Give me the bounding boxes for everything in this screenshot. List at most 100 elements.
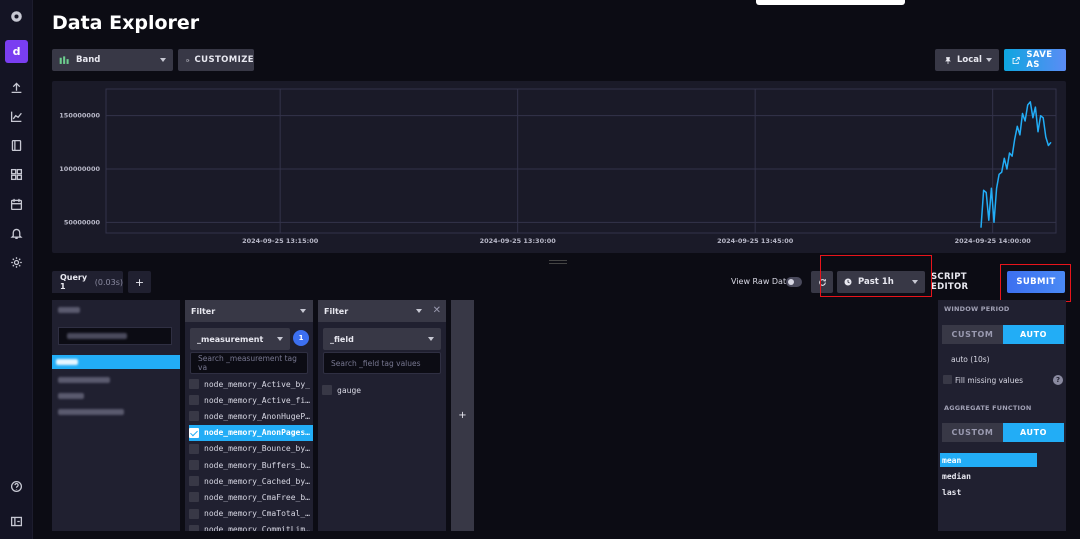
aggregate-function-toggle: CUSTOM AUTO (942, 423, 1064, 442)
gear-icon (186, 58, 190, 62)
measurement-search-input[interactable]: Search _measurement tag va (190, 352, 308, 374)
tag-list-item[interactable]: node_memory_AnonHugeP… (189, 408, 313, 424)
y-tick-label: 50000000 (64, 218, 101, 226)
tag-list-item-label: node_memory_Active_fi… (204, 395, 310, 405)
logo-icon[interactable] (0, 5, 33, 27)
window-custom-option[interactable]: CUSTOM (942, 325, 1003, 344)
upload-icon[interactable] (0, 76, 33, 98)
tag-list-item[interactable]: node_memory_Active_fi… (189, 392, 313, 408)
filter-header-label: Filter (324, 306, 349, 316)
query-tab-timing: (0.03s) (94, 277, 123, 287)
help-icon[interactable]: ? (1053, 375, 1063, 385)
chevron-down-icon (277, 337, 283, 341)
highlight-box-time-range (820, 255, 932, 297)
tag-list-item[interactable]: node_memory_Active_by_ (189, 376, 313, 392)
fill-missing-checkbox[interactable] (943, 375, 952, 384)
selected-count-badge: 1 (293, 330, 309, 346)
page-title: Data Explorer (52, 12, 200, 34)
aggregate-function-item[interactable]: mean (940, 453, 1037, 467)
query-tab[interactable]: Query 1 (0.03s) (52, 271, 123, 293)
timezone-dropdown[interactable]: Local (935, 49, 999, 71)
bucket-item[interactable] (58, 409, 124, 415)
checkbox-icon (189, 524, 199, 531)
series-line[interactable] (980, 101, 1052, 228)
tag-list-item-label: node_memory_CmaFree_b… (204, 492, 310, 502)
aggregate-auto-option[interactable]: AUTO (1003, 423, 1064, 442)
tag-list-item[interactable]: gauge (322, 382, 442, 398)
customize-button[interactable]: CUSTOMIZE (178, 49, 254, 71)
tag-list-item-label: node_memory_AnonPages… (204, 428, 310, 438)
view-raw-data-toggle[interactable] (786, 277, 802, 287)
tag-list-item[interactable]: node_memory_CommitLim… (189, 522, 313, 531)
save-as-button[interactable]: SAVE AS (1004, 49, 1066, 71)
aggregate-custom-option[interactable]: CUSTOM (942, 423, 1003, 442)
top-overlay-box (756, 0, 905, 5)
checkbox-icon (189, 411, 199, 422)
measurement-key-select[interactable]: _measurement (190, 328, 290, 350)
tag-list-item-label: node_memory_CmaTotal_… (204, 509, 310, 519)
line-chart[interactable]: 150000000 100000000 50000000 2024-09-25 13:… (52, 81, 1066, 253)
highlight-box-submit (1000, 264, 1071, 302)
bucket-search-input[interactable] (58, 327, 172, 345)
chevron-down-icon (160, 58, 166, 62)
aggregate-function-item[interactable]: last (940, 485, 1037, 499)
graph-panel: 150000000 100000000 50000000 2024-09-25 13:… (52, 81, 1066, 253)
tag-list-item[interactable]: node_memory_AnonPages… (189, 424, 313, 441)
close-icon[interactable]: ✕ (433, 305, 441, 316)
y-tick-label: 100000000 (59, 165, 100, 173)
chevron-down-icon (428, 337, 434, 341)
bucket-header-blurred (58, 307, 80, 313)
field-key-select[interactable]: _field (323, 328, 441, 350)
org-avatar[interactable]: d (5, 40, 28, 63)
tag-list-item[interactable]: node_memory_Buffers_b… (189, 457, 313, 473)
chevron-down-icon (986, 58, 992, 62)
tag-list-item[interactable]: node_memory_Cached_by… (189, 473, 313, 489)
save-as-label: SAVE AS (1026, 50, 1053, 70)
x-tick-label: 2024-09-25 13:45:00 (717, 237, 794, 245)
field-search-input[interactable]: Search _field tag values (323, 352, 441, 374)
tasks-icon[interactable] (0, 193, 33, 215)
settings-gear-icon[interactable] (0, 251, 33, 273)
fill-missing-label: Fill missing values (955, 376, 1023, 385)
collapse-sidebar-icon[interactable] (0, 510, 33, 532)
window-auto-option[interactable]: AUTO (1003, 325, 1064, 344)
notebook-icon[interactable] (0, 134, 33, 156)
bucket-item[interactable] (58, 393, 84, 399)
view-raw-data-label: View Raw Data (731, 277, 791, 286)
x-tick-label: 2024-09-25 13:15:00 (242, 237, 319, 245)
field-key-label: _field (330, 334, 354, 344)
tag-list-item[interactable]: node_memory_CmaTotal_… (189, 506, 313, 522)
plot-border (105, 88, 1057, 234)
tag-list-item-label: node_memory_Bounce_by… (204, 444, 310, 454)
tag-list-item[interactable]: node_memory_CmaFree_b… (189, 489, 313, 505)
checkbox-icon (189, 379, 199, 389)
customize-label: CUSTOMIZE (194, 55, 254, 65)
pin-icon (945, 56, 951, 64)
dashboards-icon[interactable] (0, 163, 33, 185)
tag-list-item-label: gauge (337, 385, 362, 395)
checkbox-icon (189, 492, 199, 503)
bucket-item-selected[interactable] (52, 355, 180, 369)
filter-function-dropdown[interactable]: Filter ✕ (318, 300, 446, 322)
tag-list-item-label: node_memory_AnonHugeP… (204, 411, 310, 421)
checkbox-icon (322, 385, 332, 395)
aggregate-function-heading: AGGREGATE FUNCTION (944, 404, 1032, 412)
checkbox-icon (189, 443, 199, 454)
alerts-bell-icon[interactable] (0, 222, 33, 244)
bucket-panel (52, 300, 180, 531)
add-filter-button[interactable]: + (451, 300, 474, 531)
bucket-item[interactable] (58, 377, 110, 383)
script-editor-button[interactable]: SCRIPT EDITOR (931, 271, 1001, 293)
field-filter-panel: Filter ✕ _field Search _field tag values… (318, 300, 446, 531)
nav-sidebar: d (0, 0, 33, 539)
add-query-button[interactable]: + (128, 271, 151, 293)
aggregate-function-item[interactable]: median (940, 469, 1037, 483)
resize-drag-handle[interactable] (549, 260, 567, 264)
y-tick-label: 150000000 (59, 112, 100, 120)
filter-function-dropdown[interactable]: Filter (185, 300, 313, 322)
tag-list-item-label: node_memory_Active_by_ (204, 379, 310, 389)
help-icon[interactable] (0, 475, 33, 497)
data-explorer-icon[interactable] (0, 105, 33, 127)
tag-list-item[interactable]: node_memory_Bounce_by… (189, 441, 313, 457)
bucket-dropdown[interactable]: Band (52, 49, 173, 71)
